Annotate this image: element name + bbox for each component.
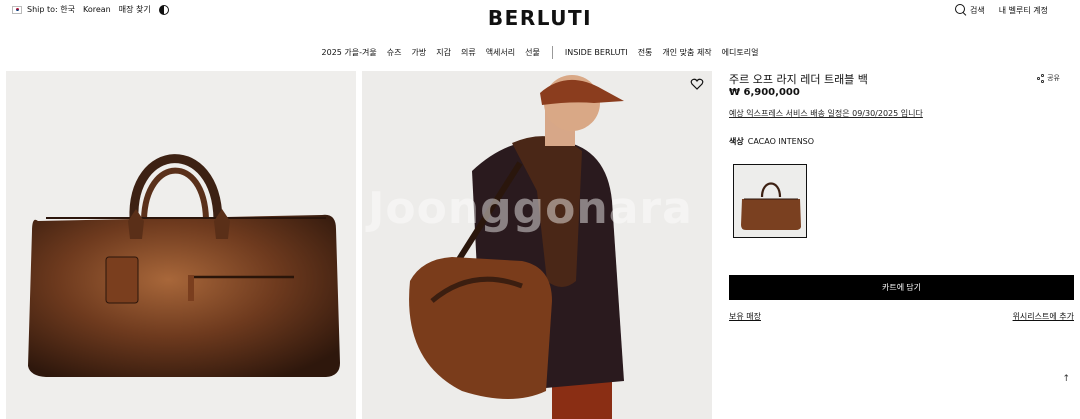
product-price: ₩ 6,900,000 bbox=[729, 87, 800, 98]
nav-item-bags[interactable]: 가방 bbox=[411, 47, 426, 58]
product-image-model[interactable]: Joonggonara bbox=[362, 71, 712, 419]
nav-divider bbox=[551, 46, 553, 59]
color-value: CACAO INTENSO bbox=[747, 137, 815, 146]
leather-bag-illustration bbox=[28, 154, 340, 377]
watermark-text: Joonggonara bbox=[368, 183, 693, 234]
nav-item-bespoke[interactable]: 개인 맞춤 제작 bbox=[662, 47, 711, 58]
nav-item-heritage[interactable]: 전통 bbox=[638, 47, 653, 58]
share-label: 공유 bbox=[1047, 74, 1060, 82]
nav-item-accessories[interactable]: 액세서리 bbox=[486, 47, 515, 58]
nav-item-inside-berluti[interactable]: INSIDE BERLUTI bbox=[565, 48, 628, 57]
account-link[interactable]: 내 벨루티 계정 bbox=[999, 5, 1048, 16]
search-icon bbox=[955, 4, 967, 16]
color-info: 색상 CACAO INTENSO bbox=[729, 136, 814, 147]
store-availability-link[interactable]: 보유 매장 bbox=[729, 311, 761, 322]
search-button[interactable]: 검색 bbox=[955, 4, 985, 16]
brand-logo[interactable]: BERLUTI bbox=[0, 6, 1080, 30]
nav-item-wallets[interactable]: 지갑 bbox=[436, 47, 451, 58]
product-title: 주르 오프 라지 레더 트래블 백 bbox=[729, 73, 868, 86]
nav-item-gifts[interactable]: 선물 bbox=[525, 47, 540, 58]
nav-item-editorial[interactable]: 에디토리얼 bbox=[722, 47, 759, 58]
top-bar: Ship to: 한국 Korean 매장 찾기 BERLUTI 검색 내 벨루… bbox=[0, 0, 1080, 40]
search-label: 검색 bbox=[970, 5, 985, 15]
heart-icon[interactable] bbox=[690, 77, 704, 91]
model-with-bag-illustration bbox=[409, 75, 624, 419]
main-navigation: 2025 가을-겨울 슈즈 가방 지갑 의류 액세서리 선물 INSIDE BE… bbox=[0, 46, 1080, 59]
color-label: 색상 bbox=[729, 137, 744, 146]
top-right-utilities: 검색 내 벨루티 계정 bbox=[955, 4, 1048, 16]
nav-item-shoes[interactable]: 슈즈 bbox=[387, 47, 402, 58]
nav-item-fall-winter[interactable]: 2025 가을-겨울 bbox=[322, 47, 377, 58]
swatch-bag-thumbnail bbox=[741, 182, 801, 230]
delivery-estimate[interactable]: 예상 익스프레스 서비스 배송 일정은 09/30/2025 입니다 bbox=[729, 108, 923, 119]
add-to-cart-button[interactable]: 카트에 담기 bbox=[729, 275, 1074, 300]
share-icon bbox=[1037, 74, 1045, 83]
add-to-wishlist-link[interactable]: 위시리스트에 추가 bbox=[1013, 311, 1074, 322]
nav-item-clothing[interactable]: 의류 bbox=[461, 47, 476, 58]
product-image-main[interactable] bbox=[6, 71, 356, 419]
share-button[interactable]: 공유 bbox=[1037, 73, 1060, 83]
product-info-panel: 주르 오프 라지 레더 트래블 백 공유 ₩ 6,900,000 예상 익스프레… bbox=[729, 71, 1074, 419]
scroll-to-top-icon[interactable]: ↑ bbox=[1062, 374, 1070, 384]
color-swatch-selected[interactable] bbox=[733, 164, 807, 238]
